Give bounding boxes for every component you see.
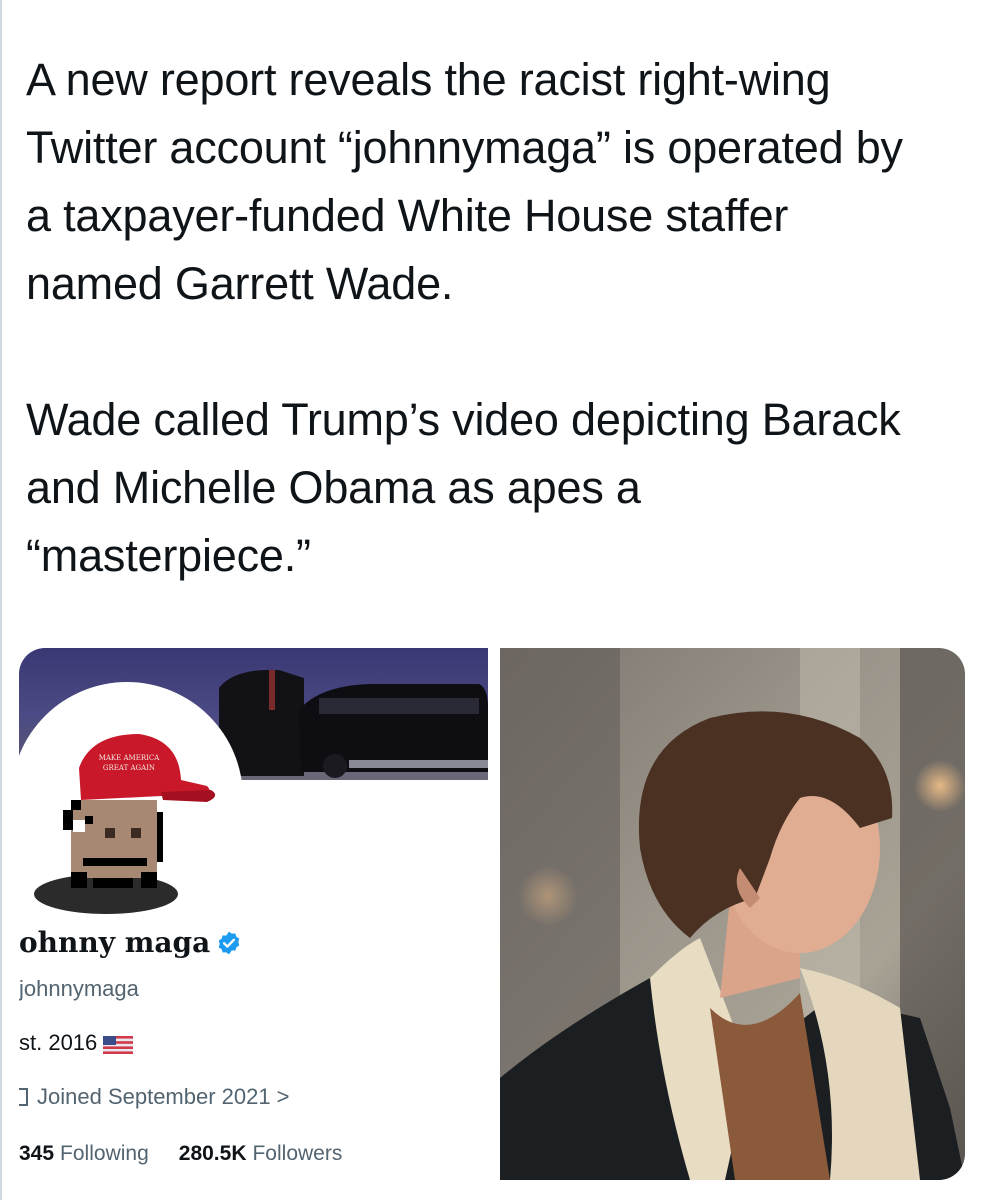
- tweet-media-grid: MAKE AMERICA GREAT AGAIN ohnny maga john…: [19, 648, 965, 1180]
- bio-text: st. 2016: [19, 1030, 98, 1055]
- left-divider: [0, 0, 2, 1200]
- display-name-text: ohnny maga: [19, 926, 211, 959]
- us-flag-icon: [103, 1034, 134, 1054]
- tweet-paragraph-1: A new report reveals the racist right-wi…: [26, 54, 903, 309]
- chevron-right-icon: >: [276, 1084, 290, 1109]
- profile-joined[interactable]: Joined September 2021 >: [19, 1084, 289, 1110]
- portrait-photo-graphic: [500, 648, 965, 1180]
- followers-stat[interactable]: 280.5K Followers: [179, 1142, 343, 1166]
- joined-text: Joined September 2021: [37, 1084, 271, 1109]
- following-stat[interactable]: 345 Following: [19, 1142, 149, 1166]
- tweet-text: A new report reveals the racist right-wi…: [26, 46, 936, 590]
- portrait-photo[interactable]: [500, 648, 965, 1180]
- pixel-avatar-graphic: MAKE AMERICA GREAT AGAIN: [34, 734, 216, 914]
- followers-count: 280.5K: [178, 1142, 247, 1165]
- profile-handle[interactable]: johnnymaga: [19, 976, 139, 1002]
- svg-text:GREAT AGAIN: GREAT AGAIN: [103, 764, 155, 772]
- following-label: Following: [60, 1142, 149, 1165]
- calendar-icon: [19, 1086, 31, 1108]
- avatar[interactable]: MAKE AMERICA GREAT AGAIN: [19, 682, 243, 914]
- svg-text:MAKE AMERICA: MAKE AMERICA: [99, 754, 161, 762]
- profile-display-name: ohnny maga: [19, 926, 242, 959]
- verified-badge-icon: [216, 930, 242, 956]
- profile-bio: st. 2016: [19, 1030, 134, 1056]
- following-count: 345: [19, 1142, 55, 1165]
- followers-label: Followers: [252, 1142, 343, 1165]
- profile-screenshot-image[interactable]: MAKE AMERICA GREAT AGAIN ohnny maga john…: [19, 648, 488, 1180]
- tweet-paragraph-2: Wade called Trump’s video depicting Bara…: [26, 394, 901, 581]
- profile-stats: 345 Following 280.5K Followers: [19, 1142, 342, 1166]
